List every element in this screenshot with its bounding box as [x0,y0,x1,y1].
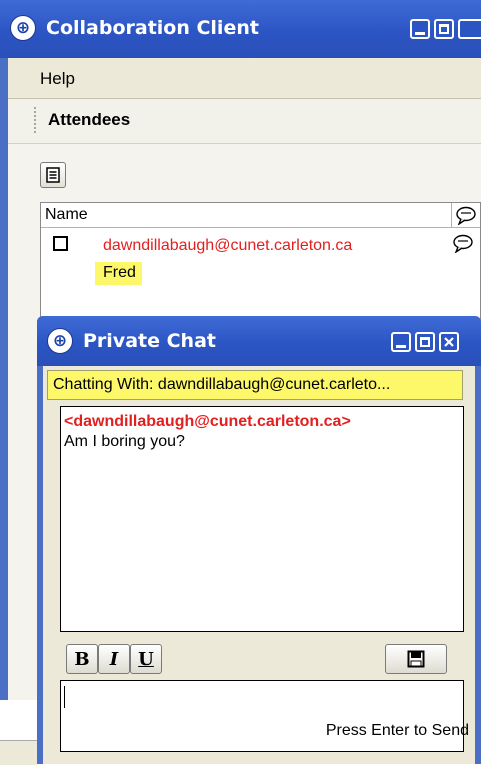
minimize-icon[interactable] [410,19,430,39]
app-logo-icon: ⊕ [10,15,36,41]
private-chat-icon[interactable] [452,233,474,253]
attendee-email: dawndillabaugh@cunet.carleton.ca [103,237,353,254]
message-text: Am I boring you? [64,433,185,450]
save-button[interactable] [385,644,447,674]
menu-bar: Help [8,58,481,99]
chat-column-icon [456,206,476,225]
menu-help[interactable]: Help [40,69,75,89]
italic-button[interactable]: I [98,644,130,674]
save-icon [407,650,425,668]
column-name-header[interactable]: Name [45,206,88,224]
bold-button[interactable]: B [66,644,98,674]
toolbar-grip-icon[interactable] [34,107,38,133]
column-divider[interactable] [451,203,452,227]
chatting-with-label: Chatting With: dawndillabaugh@cunet.carl… [47,370,463,400]
chat-body: Chatting With: dawndillabaugh@cunet.carl… [43,366,475,764]
text-cursor [64,686,65,708]
chat-logo-icon: ⊕ [47,328,73,354]
chat-window-title: Private Chat [83,330,216,352]
send-hint: Press Enter to Send [325,722,469,739]
message-sender: <dawndillabaugh@cunet.carleton.ca> [64,413,351,430]
close-icon[interactable] [458,19,481,39]
list-item[interactable]: dawndillabaugh@cunet.carleton.ca Fred [41,228,480,288]
chat-minimize-icon[interactable] [391,332,411,352]
message-input[interactable] [60,680,464,752]
chat-maximize-icon[interactable] [415,332,435,352]
message-history[interactable]: <dawndillabaugh@cunet.carleton.ca> Am I … [60,406,464,632]
chat-title-bar[interactable]: ⊕ Private Chat [37,316,481,366]
attendee-checkbox[interactable] [53,236,68,251]
notes-button[interactable] [40,162,66,188]
main-window-title: Collaboration Client [46,17,259,39]
taskbar-fragment [0,740,37,765]
maximize-icon[interactable] [434,19,454,39]
underline-button[interactable]: U [130,644,162,674]
document-icon [46,167,60,183]
main-title-bar[interactable]: ⊕ Collaboration Client [0,0,481,58]
attendee-name: Fred [95,262,142,285]
attendees-toolbar: Attendees [8,99,481,144]
chat-close-icon[interactable] [439,332,459,352]
attendees-panel-title: Attendees [48,110,131,129]
private-chat-window: ⊕ Private Chat Chatting With: dawndillab… [37,316,481,764]
list-header: Name [41,203,480,228]
